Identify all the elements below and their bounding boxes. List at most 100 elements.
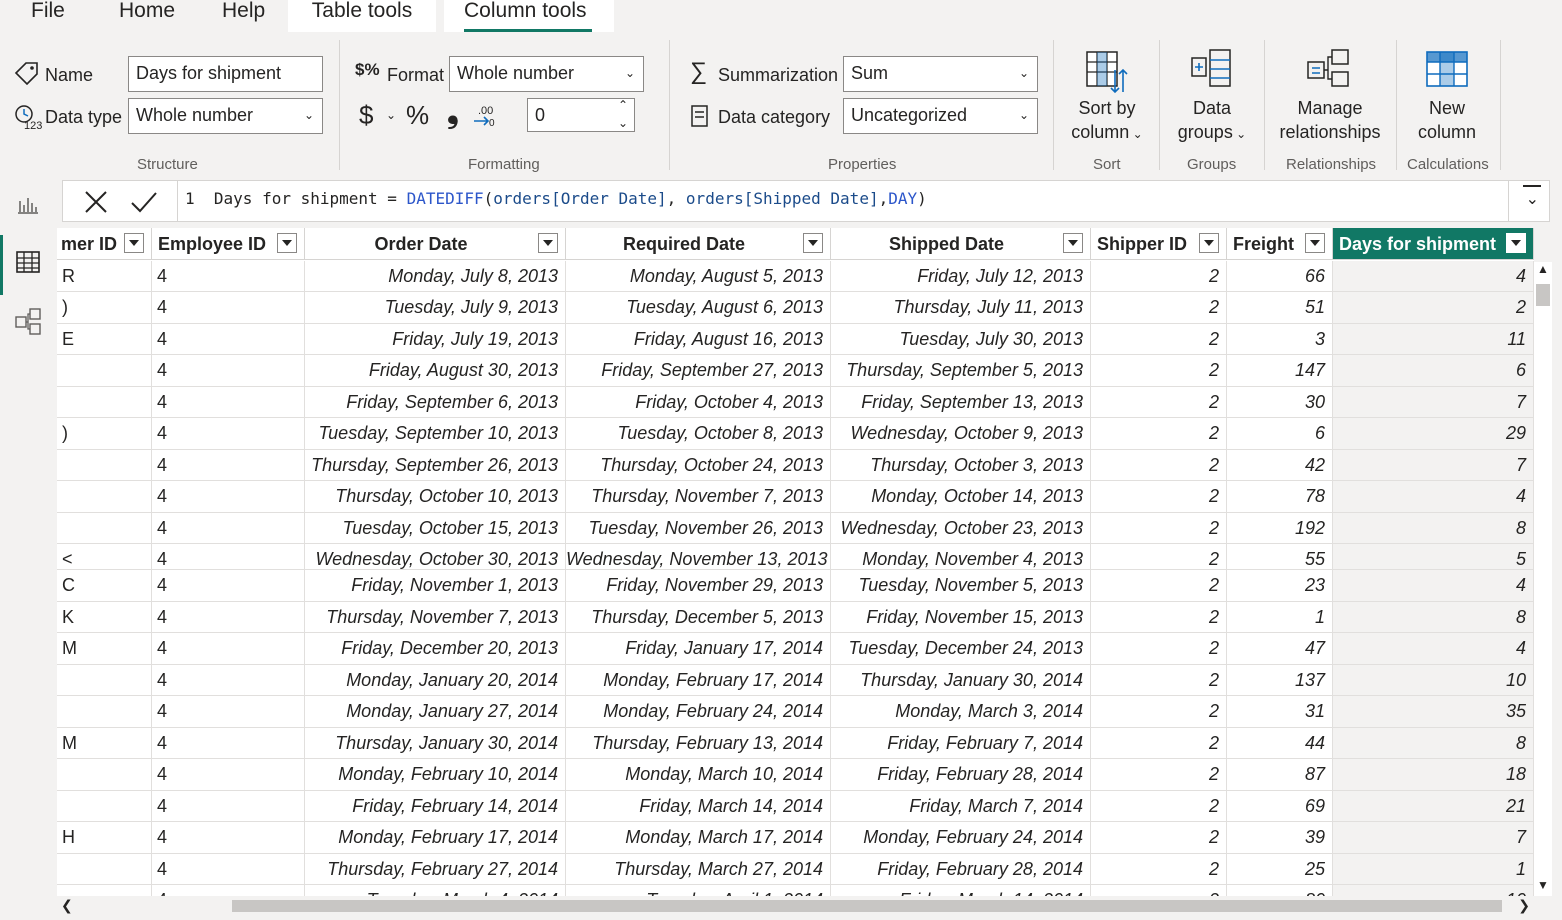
cell-freight[interactable]: 55: [1227, 544, 1333, 570]
manage-relationships-icon[interactable]: [1306, 48, 1352, 90]
table-row[interactable]: E 4 Friday, July 19, 2013 Friday, August 16…: [57, 324, 1534, 355]
cell-freight[interactable]: 23: [1227, 570, 1333, 602]
table-view-icon[interactable]: [15, 250, 41, 274]
column-header-employee-id[interactable]: Employee ID: [152, 228, 305, 260]
cell-days-for-shipment[interactable]: 4: [1333, 261, 1534, 292]
column-header-order-date[interactable]: Order Date: [305, 228, 566, 260]
report-view-icon[interactable]: [16, 193, 40, 215]
expand-formula-icon[interactable]: ⌄: [1526, 189, 1539, 209]
horizontal-scroll-thumb[interactable]: [232, 900, 1502, 912]
new-column-button[interactable]: New column: [1404, 96, 1490, 144]
cell-days-for-shipment[interactable]: 4: [1333, 633, 1534, 665]
filter-dropdown-icon[interactable]: [124, 233, 144, 253]
table-row[interactable]: ) 4 Tuesday, July 9, 2013 Tuesday, August 6…: [57, 292, 1534, 324]
decimal-places-icon[interactable]: .00 0: [472, 104, 500, 128]
filter-dropdown-icon[interactable]: [538, 233, 558, 253]
new-column-icon[interactable]: [1425, 50, 1469, 88]
cell-days-for-shipment[interactable]: 6: [1333, 355, 1534, 387]
table-row[interactable]: H 4 Monday, February 17, 2014 Monday, March…: [57, 822, 1534, 854]
cell-shipper-id[interactable]: 2: [1091, 602, 1227, 633]
cell-employee-id[interactable]: 4: [152, 822, 305, 854]
data-groups-icon[interactable]: [1190, 48, 1234, 90]
table-row[interactable]: 4 Thursday, February 27, 2014 Thursday, Ma…: [57, 854, 1534, 885]
cell-required-date[interactable]: Friday, November 29, 2013: [566, 570, 831, 602]
cell-customer-id[interactable]: M: [57, 728, 152, 759]
cell-required-date[interactable]: Thursday, December 5, 2013: [566, 602, 831, 633]
filter-dropdown-icon[interactable]: [1063, 233, 1083, 253]
cell-required-date[interactable]: Thursday, March 27, 2014: [566, 854, 831, 885]
filter-dropdown-icon[interactable]: [803, 233, 823, 253]
cell-customer-id[interactable]: <: [57, 544, 152, 570]
vertical-scroll-thumb[interactable]: [1536, 284, 1550, 306]
cell-shipped-date[interactable]: Friday, September 13, 2013: [831, 387, 1091, 418]
cell-required-date[interactable]: Monday, February 24, 2014: [566, 696, 831, 728]
manage-relationships-button[interactable]: Manage relationships: [1268, 96, 1392, 144]
model-view-icon[interactable]: [14, 307, 42, 337]
cell-shipper-id[interactable]: 2: [1091, 418, 1227, 450]
cell-customer-id[interactable]: [57, 513, 152, 544]
cell-employee-id[interactable]: 4: [152, 602, 305, 633]
cell-required-date[interactable]: Friday, January 17, 2014: [566, 633, 831, 665]
table-row[interactable]: 4Tuesday, March 4, 2014Tuesday, April 1,…: [57, 885, 1534, 896]
cell-shipper-id[interactable]: 2: [1091, 544, 1227, 570]
cell-shipper-id[interactable]: 2: [1091, 450, 1227, 481]
cell-employee-id[interactable]: 4: [152, 450, 305, 481]
cell-days-for-shipment[interactable]: 8: [1333, 513, 1534, 544]
cell-customer-id[interactable]: [57, 450, 152, 481]
cell-employee-id[interactable]: 4: [152, 324, 305, 355]
cell-employee-id[interactable]: 4: [152, 513, 305, 544]
cell-shipper-id[interactable]: 2: [1091, 570, 1227, 602]
cell-customer-id[interactable]: [57, 696, 152, 728]
cell-days-for-shipment[interactable]: 18: [1333, 759, 1534, 791]
table-row[interactable]: 4 Monday, January 20, 2014 Monday, Februar…: [57, 665, 1534, 696]
cell-shipped-date[interactable]: Friday, March 14, 2014: [831, 885, 1091, 896]
cell-employee-id[interactable]: 4: [152, 633, 305, 665]
cell-order-date[interactable]: Tuesday, July 9, 2013: [305, 292, 566, 324]
cell-shipped-date[interactable]: Thursday, September 5, 2013: [831, 355, 1091, 387]
scroll-down-icon[interactable]: ▼: [1537, 878, 1549, 892]
cell-days-for-shipment[interactable]: 4: [1333, 481, 1534, 513]
cell-shipped-date[interactable]: Tuesday, July 30, 2013: [831, 324, 1091, 355]
cell-freight[interactable]: 3: [1227, 324, 1333, 355]
cell-order-date[interactable]: Monday, July 8, 2013: [305, 261, 566, 292]
cell-days-for-shipment[interactable]: 7: [1333, 822, 1534, 854]
format-select[interactable]: Whole number ⌄: [449, 56, 644, 92]
table-row[interactable]: 4 Friday, February 14, 2014 Friday, March …: [57, 791, 1534, 822]
cell-days-for-shipment[interactable]: 2: [1333, 292, 1534, 324]
cell-order-date[interactable]: Friday, August 30, 2013: [305, 355, 566, 387]
cell-employee-id[interactable]: 4: [152, 481, 305, 513]
cell-order-date[interactable]: Thursday, September 26, 2013: [305, 450, 566, 481]
cell-shipper-id[interactable]: 2: [1091, 728, 1227, 759]
cell-required-date[interactable]: Monday, March 10, 2014: [566, 759, 831, 791]
cell-days-for-shipment[interactable]: 7: [1333, 387, 1534, 418]
cell-days-for-shipment[interactable]: 5: [1333, 544, 1534, 570]
filter-dropdown-icon[interactable]: [1199, 233, 1219, 253]
cell-required-date[interactable]: Thursday, October 24, 2013: [566, 450, 831, 481]
table-row[interactable]: <4 Wednesday, October 30, 2013 Wednesday, …: [57, 544, 1534, 570]
cell-shipper-id[interactable]: 2: [1091, 261, 1227, 292]
cell-customer-id[interactable]: [57, 885, 152, 896]
cell-employee-id[interactable]: 4: [152, 570, 305, 602]
table-row[interactable]: C 4 Friday, November 1, 2013 Friday, Novemb…: [57, 570, 1534, 602]
cell-required-date[interactable]: Friday, October 4, 2013: [566, 387, 831, 418]
filter-dropdown-icon[interactable]: [277, 233, 297, 253]
cell-required-date[interactable]: Monday, August 5, 2013: [566, 261, 831, 292]
cell-shipped-date[interactable]: Friday, November 15, 2013: [831, 602, 1091, 633]
cell-order-date[interactable]: Tuesday, September 10, 2013: [305, 418, 566, 450]
cell-required-date[interactable]: Tuesday, October 8, 2013: [566, 418, 831, 450]
filter-dropdown-icon[interactable]: [1305, 233, 1325, 253]
cell-shipped-date[interactable]: Monday, March 3, 2014: [831, 696, 1091, 728]
cell-customer-id[interactable]: [57, 355, 152, 387]
cell-employee-id[interactable]: 4: [152, 387, 305, 418]
cell-shipped-date[interactable]: Friday, March 7, 2014: [831, 791, 1091, 822]
cell-customer-id[interactable]: E: [57, 324, 152, 355]
cell-shipper-id[interactable]: 2: [1091, 481, 1227, 513]
cell-order-date[interactable]: Thursday, October 10, 2013: [305, 481, 566, 513]
cell-order-date[interactable]: Thursday, November 7, 2013: [305, 602, 566, 633]
cell-order-date[interactable]: Tuesday, March 4, 2014: [305, 885, 566, 896]
cell-order-date[interactable]: Thursday, February 27, 2014: [305, 854, 566, 885]
data-category-select[interactable]: Uncategorized ⌄: [843, 98, 1038, 134]
table-row[interactable]: 4 Monday, January 27, 2014 Monday, Februar…: [57, 696, 1534, 728]
cell-customer-id[interactable]: [57, 759, 152, 791]
decimal-places-input[interactable]: 0 ⌃ ⌄: [527, 98, 635, 132]
